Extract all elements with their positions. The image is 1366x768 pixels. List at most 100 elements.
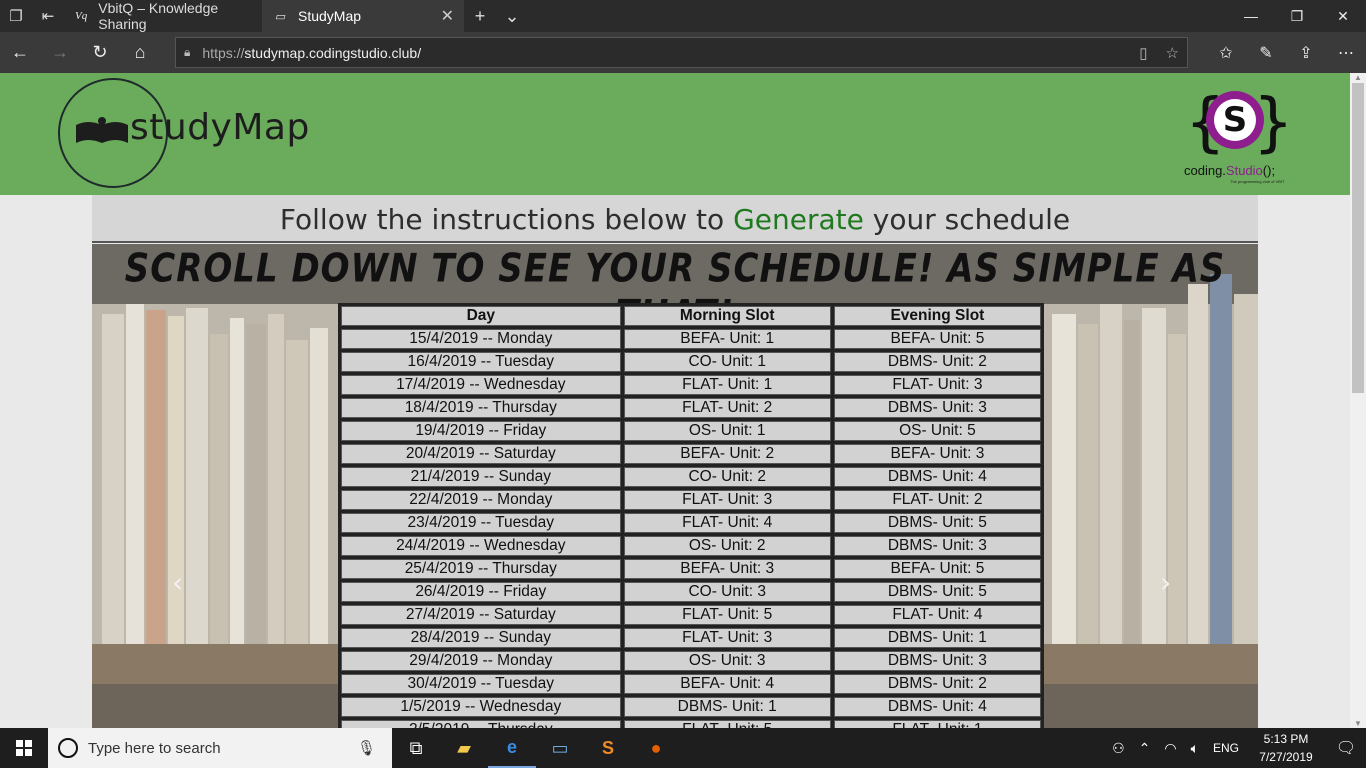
close-window-icon[interactable]: ✕ bbox=[1320, 0, 1366, 32]
cell-evening: FLAT- Unit: 2 bbox=[833, 490, 1041, 510]
url-field[interactable]: 🔒︎ https:// studymap.codingstudio.club/ … bbox=[175, 37, 1188, 68]
cell-evening: DBMS- Unit: 5 bbox=[833, 513, 1041, 533]
cell-evening: BEFA- Unit: 5 bbox=[833, 329, 1041, 349]
url-protocol: https:// bbox=[202, 44, 245, 61]
table-row: 1/5/2019 -- Wednesday DBMS- Unit: 1 DBMS- … bbox=[341, 697, 1041, 717]
cell-day: 2/5/2019 -- Thursday bbox=[341, 720, 621, 728]
cell-evening: BEFA- Unit: 3 bbox=[833, 444, 1041, 464]
cell-evening: DBMS- Unit: 4 bbox=[833, 697, 1041, 717]
table-row: 25/4/2019 -- Thursday BEFA- Unit: 3 BEFA- … bbox=[341, 559, 1041, 579]
show-hidden-icons-chevron-icon[interactable]: ⌃ bbox=[1132, 740, 1158, 757]
cell-day: 18/4/2019 -- Thursday bbox=[341, 398, 621, 418]
cell-morning: FLAT- Unit: 5 bbox=[623, 720, 831, 728]
firefox-icon[interactable]: ● bbox=[632, 728, 680, 768]
cell-morning: DBMS- Unit: 1 bbox=[623, 697, 831, 717]
table-row: 27/4/2019 -- Saturday FLAT- Unit: 5 FLAT- … bbox=[341, 605, 1041, 625]
carousel-next-chevron-icon[interactable]: › bbox=[1160, 566, 1171, 599]
taskbar-search-box[interactable]: Type here to search 🎙︎ bbox=[48, 728, 392, 768]
language-indicator[interactable]: ENG bbox=[1206, 741, 1246, 755]
cortana-icon bbox=[58, 738, 78, 758]
hero-carousel: SCROLL DOWN TO SEE YOUR SCHEDULE! AS SIM… bbox=[92, 244, 1258, 728]
table-row: 15/4/2019 -- Monday BEFA- Unit: 1 BEFA- Un… bbox=[341, 329, 1041, 349]
action-center-icon[interactable]: 🗨︎ bbox=[1326, 738, 1366, 758]
cell-morning: FLAT- Unit: 1 bbox=[623, 375, 831, 395]
vbitq-favicon-icon: Vq bbox=[75, 10, 88, 22]
task-view-icon[interactable]: ⧉ bbox=[392, 728, 440, 768]
coding-studio-logo[interactable]: { S } coding.Studio(); The programming c… bbox=[1184, 85, 1293, 185]
cell-day: 22/4/2019 -- Monday bbox=[341, 490, 621, 510]
sublime-text-icon[interactable]: S bbox=[584, 728, 632, 768]
cell-day: 17/4/2019 -- Wednesday bbox=[341, 375, 621, 395]
cell-morning: BEFA- Unit: 3 bbox=[623, 559, 831, 579]
more-icon[interactable]: ⋯ bbox=[1326, 32, 1366, 73]
cell-morning: FLAT- Unit: 2 bbox=[623, 398, 831, 418]
cell-evening: DBMS- Unit: 5 bbox=[833, 582, 1041, 602]
back-arrow-icon[interactable]: ← bbox=[0, 32, 40, 73]
lock-icon: 🔒︎ bbox=[184, 45, 191, 59]
column-header-day: Day bbox=[341, 306, 621, 326]
site-header: studyMap { S } coding.Studio(); The prog… bbox=[0, 73, 1350, 195]
pen-notes-icon[interactable]: ✎ bbox=[1246, 32, 1286, 73]
scroll-down-arrow-icon[interactable]: ▼ bbox=[1350, 719, 1366, 728]
favorite-star-icon[interactable]: ☆ bbox=[1166, 44, 1179, 62]
cell-morning: OS- Unit: 1 bbox=[623, 421, 831, 441]
cell-morning: OS- Unit: 2 bbox=[623, 536, 831, 556]
brand-letter: S bbox=[1214, 99, 1256, 141]
edge-browser-icon[interactable]: e bbox=[488, 728, 536, 768]
cell-evening: DBMS- Unit: 2 bbox=[833, 674, 1041, 694]
taskbar-clock[interactable]: 5:13 PM 7/27/2019 bbox=[1246, 730, 1326, 766]
people-icon[interactable]: ⚇ bbox=[1105, 740, 1132, 757]
cell-morning: FLAT- Unit: 5 bbox=[623, 605, 831, 625]
favorites-hub-icon[interactable]: ✩ bbox=[1206, 32, 1246, 73]
page-icon: ▭ bbox=[274, 10, 286, 23]
column-header-evening: Evening Slot bbox=[833, 306, 1041, 326]
windows-start-icon[interactable] bbox=[0, 728, 48, 768]
browser-tab-vbitq[interactable]: Vq VbitQ – Knowledge Sharing bbox=[64, 0, 262, 32]
close-tab-icon[interactable]: ✕ bbox=[441, 6, 454, 26]
cell-morning: CO- Unit: 3 bbox=[623, 582, 831, 602]
new-tab-icon[interactable]: + bbox=[464, 0, 496, 32]
scrollbar-thumb[interactable] bbox=[1352, 83, 1364, 393]
schedule-table: Day Morning Slot Evening Slot 15/4/2019 … bbox=[338, 303, 1044, 728]
brand-name: coding.Studio(); bbox=[1184, 163, 1276, 178]
table-row: 16/4/2019 -- Tuesday CO- Unit: 1 DBMS- Uni… bbox=[341, 352, 1041, 372]
browser-tab-bar: ❐ ⇤ Vq VbitQ – Knowledge Sharing ▭ Study… bbox=[0, 0, 1366, 32]
microphone-icon[interactable]: 🎙︎ bbox=[357, 739, 376, 757]
scroll-up-arrow-icon[interactable]: ▲ bbox=[1350, 73, 1366, 82]
logo-text[interactable]: studyMap bbox=[130, 107, 310, 148]
open-book-icon bbox=[76, 117, 128, 143]
volume-icon[interactable]: 🔈︎ bbox=[1184, 740, 1206, 757]
home-icon[interactable]: ⌂ bbox=[120, 32, 160, 73]
reading-view-icon[interactable]: ▯ bbox=[1139, 44, 1147, 62]
share-icon[interactable]: ⇪ bbox=[1286, 32, 1326, 73]
table-row: 30/4/2019 -- Tuesday BEFA- Unit: 4 DBMS- U… bbox=[341, 674, 1041, 694]
tab-preview-chevron-icon[interactable]: ⌄ bbox=[496, 0, 528, 32]
file-explorer-icon[interactable]: ▰ bbox=[440, 728, 488, 768]
wifi-icon[interactable]: ◠ bbox=[1157, 740, 1183, 757]
tab-overview-icon[interactable]: ❐ bbox=[0, 0, 32, 32]
table-header-row: Day Morning Slot Evening Slot bbox=[341, 306, 1041, 326]
remote-desktop-icon[interactable]: ▭ bbox=[536, 728, 584, 768]
browser-tab-studymap[interactable]: ▭ StudyMap ✕ bbox=[262, 0, 464, 32]
refresh-icon[interactable]: ↻ bbox=[80, 32, 120, 73]
cell-day: 28/4/2019 -- Sunday bbox=[341, 628, 621, 648]
cell-day: 16/4/2019 -- Tuesday bbox=[341, 352, 621, 372]
forward-arrow-icon[interactable]: → bbox=[40, 32, 80, 73]
carousel-prev-chevron-icon[interactable]: ‹ bbox=[172, 566, 183, 599]
cell-day: 19/4/2019 -- Friday bbox=[341, 421, 621, 441]
table-row: 24/4/2019 -- Wednesday OS- Unit: 2 DBMS- U… bbox=[341, 536, 1041, 556]
minimize-icon[interactable]: — bbox=[1228, 0, 1274, 32]
windows-taskbar: Type here to search 🎙︎ ⧉ ▰ e ▭ S ● ⚇ ⌃ ◠… bbox=[0, 728, 1366, 768]
cell-day: 20/4/2019 -- Saturday bbox=[341, 444, 621, 464]
window-controls: — ❐ ✕ bbox=[1228, 0, 1366, 32]
cell-evening: DBMS- Unit: 3 bbox=[833, 536, 1041, 556]
page-scrollbar[interactable]: ▲ ▼ bbox=[1350, 73, 1366, 728]
table-row: 29/4/2019 -- Monday OS- Unit: 3 DBMS- Unit… bbox=[341, 651, 1041, 671]
cell-evening: FLAT- Unit: 3 bbox=[833, 375, 1041, 395]
set-aside-tabs-icon[interactable]: ⇤ bbox=[32, 0, 64, 32]
restore-icon[interactable]: ❐ bbox=[1274, 0, 1320, 32]
cell-day: 27/4/2019 -- Saturday bbox=[341, 605, 621, 625]
table-row: 18/4/2019 -- Thursday FLAT- Unit: 2 DBMS- … bbox=[341, 398, 1041, 418]
cell-day: 23/4/2019 -- Tuesday bbox=[341, 513, 621, 533]
table-row: 23/4/2019 -- Tuesday FLAT- Unit: 4 DBMS- U… bbox=[341, 513, 1041, 533]
